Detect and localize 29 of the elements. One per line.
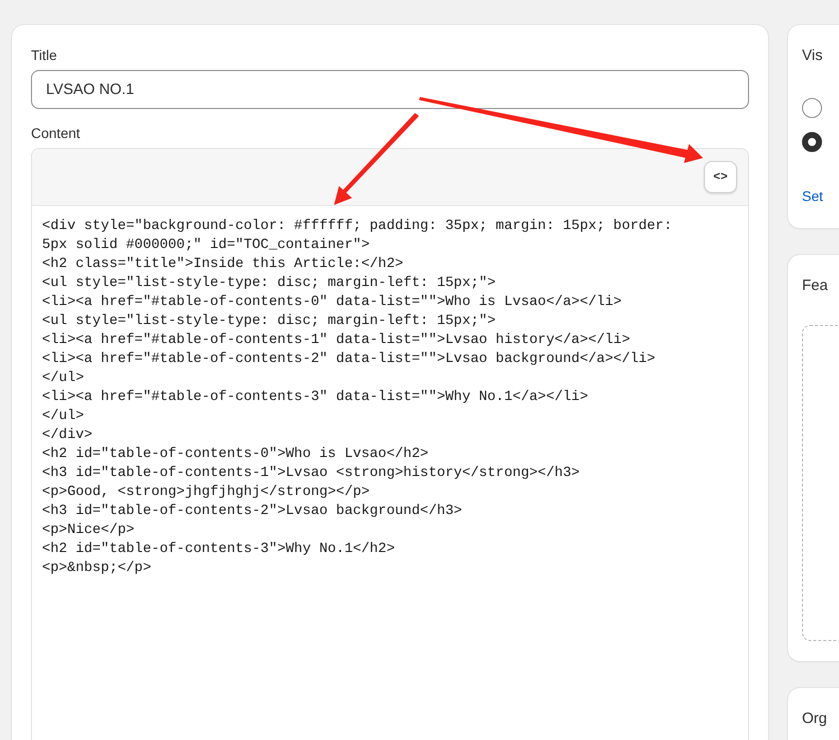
code-line: <li><a href="#table-of-contents-0" data-list="">Who is Lvsao</a></li> xyxy=(42,293,623,312)
code-line: <h2 id="table-of-contents-3">Why No.1</h2> xyxy=(42,540,396,559)
code-line: </ul> xyxy=(42,407,86,426)
code-line: <h3 id="table-of-contents-2">Lvsao background</h3> xyxy=(42,502,464,521)
radio-button[interactable] xyxy=(802,132,822,152)
code-line: <ul style="list-style-type: disc; margin-left: 15px;"> xyxy=(42,274,497,293)
code-line: </ul> xyxy=(42,369,86,388)
code-line: <li><a href="#table-of-contents-2" data-list="">Lvsao background</a></li> xyxy=(42,350,656,369)
code-line: <h3 id="table-of-contents-1">Lvsao <strong>history</strong></h3> xyxy=(42,464,581,483)
settings-link[interactable]: Set xyxy=(802,188,824,204)
code-editor[interactable] xyxy=(31,148,749,740)
code-line: <li><a href="#table-of-contents-1" data-list="">Lvsao history</a></li> xyxy=(42,331,632,350)
code-view-button[interactable]: <> xyxy=(704,161,737,193)
card-title: Fea xyxy=(802,277,829,294)
radio-button[interactable] xyxy=(802,98,822,118)
code-line: <div style="background-color: #ffffff; padding: 35px; margin: 15px; border: 5px solid #000000;" id="TOC_container"> xyxy=(42,217,674,255)
card-title: Vis xyxy=(802,47,824,64)
code-line: <ul style="list-style-type: disc; margin-left: 15px;"> xyxy=(42,312,497,331)
content-label: Content xyxy=(31,125,82,141)
code-line: <p>Nice</p> xyxy=(42,521,136,540)
code-line: <h2 class="title">Inside this Article:</h2> xyxy=(42,255,404,274)
card-title: Org xyxy=(802,710,828,727)
code-line: <li><a href="#table-of-contents-3" data-list="">Why No.1</a></li> xyxy=(42,388,590,407)
title-input[interactable]: LVSAO NO.1 xyxy=(31,70,749,109)
code-line: <p>&nbsp;</p> xyxy=(42,559,152,578)
code-line: <h2 id="table-of-contents-0">Who is Lvsao</h2> xyxy=(42,445,430,464)
title-label: Title xyxy=(31,47,58,63)
code-line: <p>Good, <strong>jhgfjhghj</strong></p> xyxy=(42,483,371,502)
code-line: </div> xyxy=(42,426,94,445)
